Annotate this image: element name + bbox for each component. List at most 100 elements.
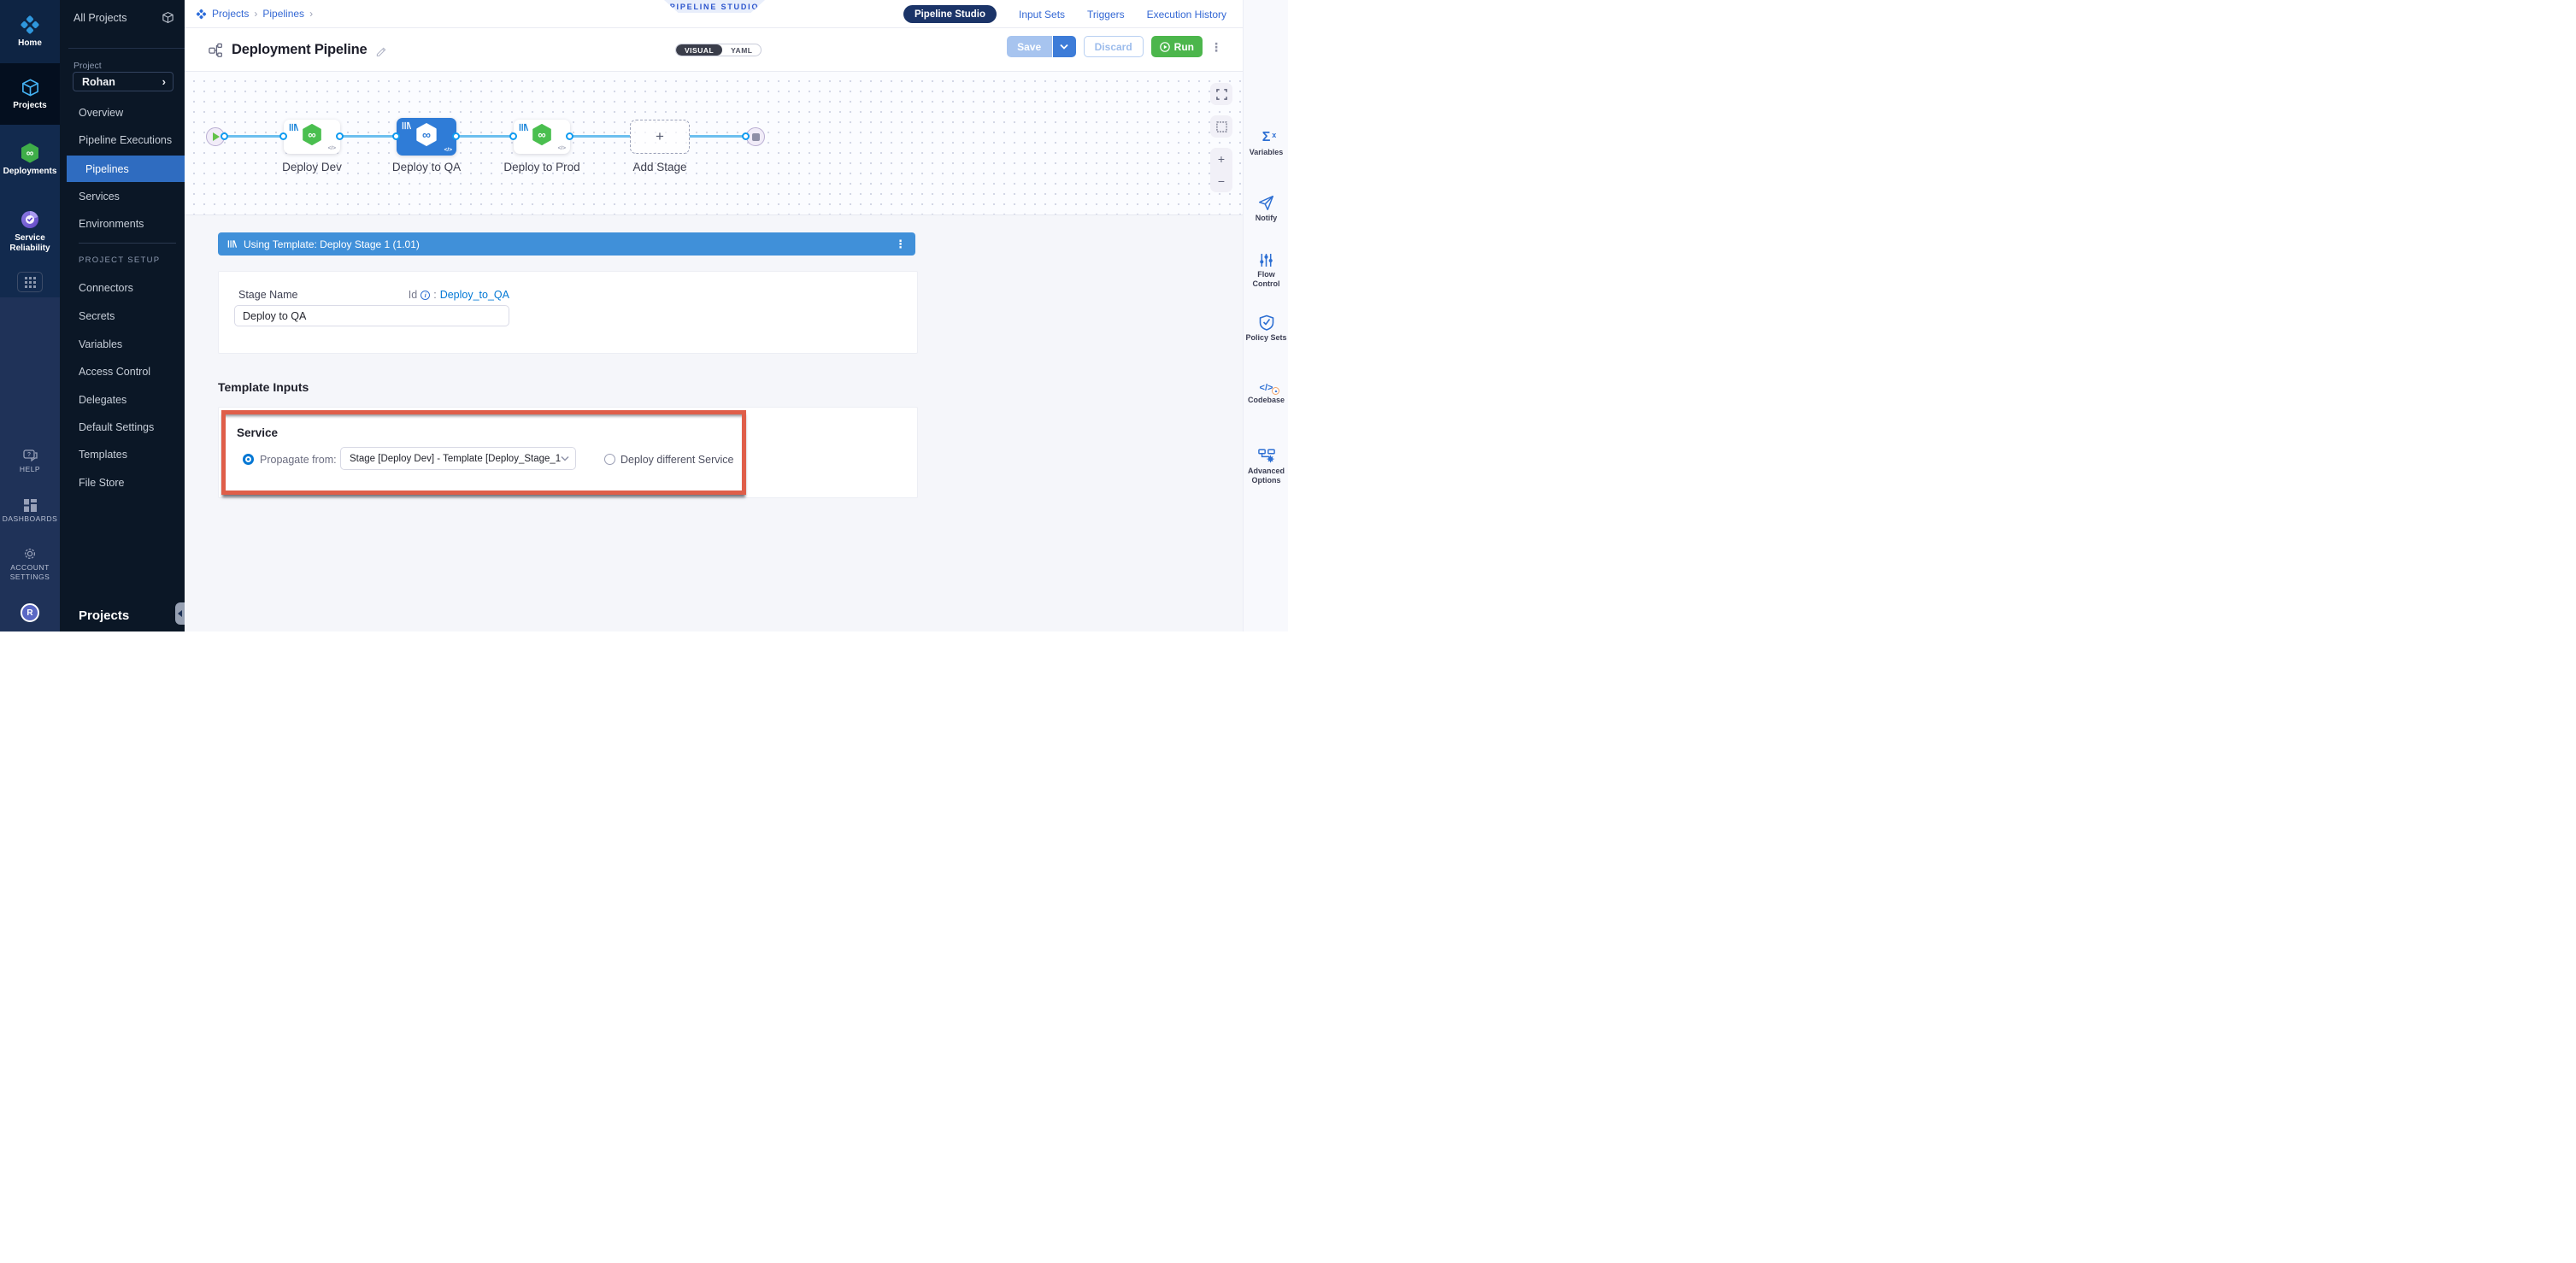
user-avatar[interactable]: R (21, 603, 39, 622)
harness-logo-icon (196, 9, 207, 20)
sidebar-collapse-handle[interactable] (175, 602, 185, 625)
all-projects-button[interactable]: All Projects (74, 11, 174, 24)
sidebar-item-overview[interactable]: Overview (60, 101, 185, 125)
stage-card-deploy-to-prod[interactable]: ∞ </> (514, 120, 570, 154)
rail-item-service-reliability[interactable]: Service Reliability (0, 195, 60, 268)
rail-item-home[interactable]: Home (0, 0, 60, 63)
sidebar-item-templates[interactable]: Templates (60, 443, 185, 467)
rail-item-flow-control[interactable]: Flow Control (1244, 253, 1288, 289)
run-button[interactable]: Run (1151, 36, 1203, 57)
stage-label-deploy-dev[interactable]: Deploy Dev (275, 161, 349, 173)
discard-button[interactable]: Discard (1084, 36, 1144, 57)
propagate-service-dropdown[interactable]: Stage [Deploy Dev] - Template [Deploy_St… (340, 447, 576, 470)
rail-item-help[interactable]: ? HELP (0, 449, 60, 474)
connector-dot[interactable] (452, 132, 460, 140)
tab-input-sets[interactable]: Input Sets (1019, 9, 1065, 21)
breadcrumb-link-pipelines[interactable]: Pipelines (262, 8, 304, 20)
stage-label-deploy-to-qa[interactable]: Deploy to QA (388, 161, 465, 173)
sidebar-item-delegates[interactable]: Delegates (60, 388, 185, 412)
project-selector[interactable]: Rohan › (73, 72, 173, 91)
pipeline-studio-page: Home Projects ∞ Deployments Service Reli… (0, 0, 1288, 632)
stage-name-input[interactable] (234, 305, 509, 326)
sidebar-item-secrets[interactable]: Secrets (60, 304, 185, 328)
pipeline-canvas[interactable]: ∞ </> ∞ </> ∞ </> + Deploy Dev Deploy to… (185, 72, 1243, 215)
stage-id-value[interactable]: Deploy_to_QA (440, 289, 509, 301)
zoom-in-button[interactable]: + (1210, 148, 1232, 170)
canvas-fullscreen-button[interactable] (1210, 83, 1232, 105)
toggle-visual[interactable]: VISUAL (676, 44, 722, 56)
rail-item-dashboards[interactable]: DASHBOARDS (0, 499, 60, 524)
propagate-from-label[interactable]: Propagate from: (260, 454, 337, 466)
sidebar-item-services[interactable]: Services (60, 185, 185, 209)
sidebar-item-file-store[interactable]: File Store (60, 471, 185, 495)
grid-icon (25, 277, 36, 288)
canvas-select-button[interactable] (1210, 115, 1232, 138)
deploy-different-service-radio[interactable] (604, 454, 615, 465)
connector-dot[interactable] (566, 132, 573, 140)
notify-label: Notify (1254, 214, 1279, 223)
add-stage-button[interactable]: + (630, 120, 690, 154)
rail-item-variables[interactable]: Σx Variables (1244, 130, 1288, 157)
connector-dot[interactable] (392, 132, 400, 140)
save-button[interactable]: Save (1007, 36, 1053, 57)
breadcrumb-separator: › (254, 8, 257, 20)
template-options-kebab[interactable]: ⋮ (895, 238, 906, 250)
rail-label-account-settings: ACCOUNT SETTINGS (5, 563, 55, 581)
propagate-from-radio[interactable] (243, 454, 254, 465)
rail-item-codebase[interactable]: </>▲ Codebase (1244, 383, 1288, 405)
pipeline-edge (690, 135, 746, 138)
stage-card-deploy-dev[interactable]: ∞ </> (284, 120, 340, 154)
rail-item-projects[interactable]: Projects (0, 63, 60, 125)
tab-execution-history[interactable]: Execution History (1147, 9, 1226, 21)
stage-config-area: Using Template: Deploy Stage 1 (1.01) ⋮ … (185, 215, 1243, 632)
connector-dot[interactable] (336, 132, 344, 140)
template-banner-text: Using Template: Deploy Stage 1 (1.01) (244, 238, 420, 250)
connector-dot[interactable] (221, 132, 228, 140)
deploy-different-service-label[interactable]: Deploy different Service (620, 454, 733, 466)
add-stage-label[interactable]: Add Stage (630, 161, 690, 173)
toggle-yaml[interactable]: YAML (722, 44, 761, 56)
sidebar-item-access-control[interactable]: Access Control (60, 360, 185, 384)
pipeline-edge (456, 135, 514, 138)
sidebar-item-default-settings[interactable]: Default Settings (60, 415, 185, 439)
plus-icon: + (656, 128, 664, 145)
rail-item-account-settings[interactable]: ACCOUNT SETTINGS (0, 547, 60, 581)
edit-pencil-icon[interactable] (375, 44, 387, 56)
rail-item-deployments[interactable]: ∞ Deployments (0, 125, 60, 195)
left-module-rail: Home Projects ∞ Deployments Service Reli… (0, 0, 60, 632)
zoom-out-button[interactable]: − (1210, 170, 1232, 192)
save-dropdown-button[interactable] (1053, 36, 1076, 57)
connector-dot[interactable] (279, 132, 287, 140)
codebase-icon: </>▲ (1260, 383, 1273, 393)
info-icon[interactable]: i (421, 291, 430, 300)
project-sidebar: All Projects Project Rohan › Overview Pi… (60, 0, 185, 632)
connector-dot[interactable] (509, 132, 517, 140)
stage-card-deploy-to-qa[interactable]: ∞ </> (397, 118, 456, 156)
rail-label-projects: Projects (13, 101, 46, 111)
tab-pipeline-studio[interactable]: Pipeline Studio (903, 5, 997, 23)
sidebar-item-pipelines[interactable]: Pipelines (67, 156, 185, 182)
cube-icon (162, 11, 174, 24)
right-tools-rail: Σx Variables Notify Flow Control Policy … (1243, 0, 1288, 632)
stage-label-deploy-to-prod[interactable]: Deploy to Prod (501, 161, 583, 173)
sidebar-item-pipeline-executions[interactable]: Pipeline Executions (60, 128, 185, 152)
svg-text:∞: ∞ (422, 127, 431, 141)
sidebar-item-variables[interactable]: Variables (60, 332, 185, 356)
dashboards-icon (24, 499, 37, 512)
sidebar-item-connectors[interactable]: Connectors (60, 276, 185, 300)
tab-triggers[interactable]: Triggers (1087, 9, 1125, 21)
sidebar-item-environments[interactable]: Environments (60, 212, 185, 236)
rail-item-notify[interactable]: Notify (1244, 195, 1288, 223)
flow-control-icon (1259, 253, 1273, 267)
connector-dot[interactable] (742, 132, 750, 140)
cd-stage-icon: ∞ (415, 123, 438, 151)
rail-item-advanced-options[interactable]: Advanced Options (1244, 448, 1288, 485)
policy-sets-label: Policy Sets (1244, 333, 1288, 343)
module-picker-button[interactable] (17, 272, 43, 292)
using-template-banner[interactable]: Using Template: Deploy Stage 1 (1.01) ⋮ (218, 232, 915, 256)
stage-id-cluster: Id i : Deploy_to_QA (234, 289, 509, 301)
more-options-kebab[interactable]: ⋮ (1210, 41, 1222, 53)
breadcrumb-link-projects[interactable]: Projects (212, 8, 249, 20)
svg-text:∞: ∞ (26, 147, 34, 159)
rail-item-policy-sets[interactable]: Policy Sets (1244, 314, 1288, 343)
